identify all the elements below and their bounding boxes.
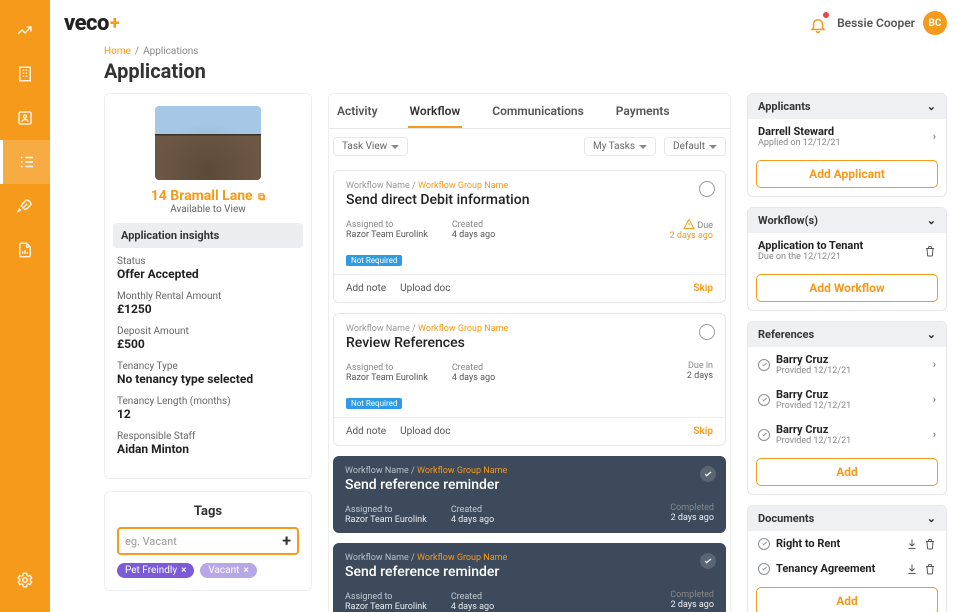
add-reference-button[interactable]: Add xyxy=(756,458,938,486)
sort-dropdown[interactable]: Default xyxy=(664,137,726,156)
tab-payments[interactable]: Payments xyxy=(614,98,672,128)
upload-doc-link[interactable]: Upload doc xyxy=(400,426,450,437)
workflow-panel: Activity Workflow Communications Payments T… xyxy=(328,93,731,612)
chevron-down-icon: ⌄ xyxy=(927,512,936,525)
check-icon xyxy=(700,466,716,482)
reference-row[interactable]: Barry CruzProvided 12/12/21› xyxy=(748,382,946,417)
breadcrumb-current: Applications xyxy=(143,46,198,57)
close-icon[interactable]: × xyxy=(181,565,186,576)
chevron-right-icon: › xyxy=(933,393,936,406)
documents-header[interactable]: Documents⌄ xyxy=(748,506,946,531)
download-icon[interactable] xyxy=(906,537,918,550)
trash-icon[interactable] xyxy=(924,537,936,550)
tag-chip[interactable]: Pet Freindly × xyxy=(117,563,194,578)
tab-communications[interactable]: Communications xyxy=(490,98,586,128)
chevron-down-icon: ⌄ xyxy=(927,100,936,113)
nav-settings[interactable] xyxy=(0,558,50,602)
page-title: Application xyxy=(104,59,947,83)
references-section: References⌄ Barry CruzProvided 12/12/21›… xyxy=(747,321,947,495)
check-circle-icon xyxy=(758,429,770,441)
property-title[interactable]: 14 Bramall Lane ⧉ xyxy=(117,188,299,204)
nav-building[interactable] xyxy=(0,52,50,96)
status-circle-icon[interactable] xyxy=(699,181,715,197)
reference-row[interactable]: Barry CruzProvided 12/12/21› xyxy=(748,417,946,452)
applicant-row[interactable]: Darrell StewardApplied on 12/12/21 › xyxy=(748,119,946,154)
reference-row[interactable]: Barry CruzProvided 12/12/21› xyxy=(748,347,946,382)
plus-icon[interactable]: + xyxy=(282,533,291,549)
not-required-badge: Not Required xyxy=(346,398,402,409)
tags-header: Tags xyxy=(117,504,299,519)
breadcrumb: Home/Applications xyxy=(104,46,947,57)
tag-chip[interactable]: Vacant × xyxy=(200,563,256,578)
documents-section: Documents⌄ Right to RentTenancy Agreemen… xyxy=(747,505,947,612)
not-required-badge: Not Required xyxy=(346,255,402,266)
trash-icon[interactable] xyxy=(924,244,936,257)
logo: veco+ xyxy=(64,11,119,36)
nav-contacts[interactable] xyxy=(0,96,50,140)
nav-launch[interactable] xyxy=(0,184,50,228)
external-link-icon[interactable]: ⧉ xyxy=(258,192,265,203)
document-row[interactable]: Right to Rent xyxy=(748,531,946,556)
workflow-card[interactable]: Workflow Name / Workflow Group NameSend … xyxy=(333,456,726,533)
applicants-section: Applicants⌄ Darrell StewardApplied on 12… xyxy=(747,93,947,197)
check-circle-icon xyxy=(758,359,770,371)
task-view-dropdown[interactable]: Task View xyxy=(333,137,408,156)
add-note-link[interactable]: Add note xyxy=(346,426,386,437)
nav-tasks[interactable] xyxy=(0,140,50,184)
tab-activity[interactable]: Activity xyxy=(335,98,380,128)
workflows-section: Workflow(s)⌄ Application to TenantDue on… xyxy=(747,207,947,311)
chevron-right-icon: › xyxy=(933,358,936,371)
download-icon[interactable] xyxy=(906,562,918,575)
tag-input[interactable]: eg. Vacant + xyxy=(117,527,299,555)
my-tasks-dropdown[interactable]: My Tasks xyxy=(584,137,656,156)
add-document-button[interactable]: Add xyxy=(756,587,938,612)
check-icon xyxy=(700,553,716,569)
left-nav xyxy=(0,0,50,612)
notifications-icon[interactable] xyxy=(809,14,827,32)
add-note-link[interactable]: Add note xyxy=(346,283,386,294)
references-header[interactable]: References⌄ xyxy=(748,322,946,347)
workflow-card[interactable]: Workflow Name / Workflow Group NameRevie… xyxy=(333,313,726,446)
check-circle-icon xyxy=(758,394,770,406)
add-applicant-button[interactable]: Add Applicant xyxy=(756,160,938,188)
chevron-right-icon: › xyxy=(933,130,936,143)
chevron-down-icon: ⌄ xyxy=(927,214,936,227)
chevron-down-icon: ⌄ xyxy=(927,328,936,341)
tags-card: Tags eg. Vacant + Pet Freindly × Vacant × xyxy=(104,491,312,591)
workflow-row[interactable]: Application to TenantDue on the 12/12/21 xyxy=(748,233,946,268)
property-image xyxy=(155,106,261,180)
check-circle-icon xyxy=(758,538,770,550)
add-workflow-button[interactable]: Add Workflow xyxy=(756,274,938,302)
tag-placeholder: eg. Vacant xyxy=(125,535,177,548)
property-card: 14 Bramall Lane ⧉ Available to View Appl… xyxy=(104,93,312,479)
topbar: veco+ Bessie Cooper BC xyxy=(50,0,961,46)
avatar[interactable]: BC xyxy=(923,11,947,35)
close-icon[interactable]: × xyxy=(243,565,248,576)
status-circle-icon[interactable] xyxy=(699,324,715,340)
applicants-header[interactable]: Applicants⌄ xyxy=(748,94,946,119)
nav-dashboard[interactable] xyxy=(0,8,50,52)
document-row[interactable]: Tenancy Agreement xyxy=(748,556,946,581)
tab-workflow[interactable]: Workflow xyxy=(408,98,463,128)
upload-doc-link[interactable]: Upload doc xyxy=(400,283,450,294)
property-subtitle: Available to View xyxy=(117,204,299,215)
skip-link[interactable]: Skip xyxy=(693,283,713,294)
workflows-header[interactable]: Workflow(s)⌄ xyxy=(748,208,946,233)
chevron-right-icon: › xyxy=(933,428,936,441)
insights-header: Application insights xyxy=(113,223,303,248)
nav-reports[interactable] xyxy=(0,228,50,272)
workflow-card[interactable]: Workflow Name / Workflow Group NameSend … xyxy=(333,170,726,303)
skip-link[interactable]: Skip xyxy=(693,426,713,437)
workflow-card[interactable]: Workflow Name / Workflow Group NameSend … xyxy=(333,543,726,612)
user-name[interactable]: Bessie Cooper xyxy=(837,16,915,30)
trash-icon[interactable] xyxy=(924,562,936,575)
breadcrumb-home[interactable]: Home xyxy=(104,46,131,57)
check-circle-icon xyxy=(758,563,770,575)
